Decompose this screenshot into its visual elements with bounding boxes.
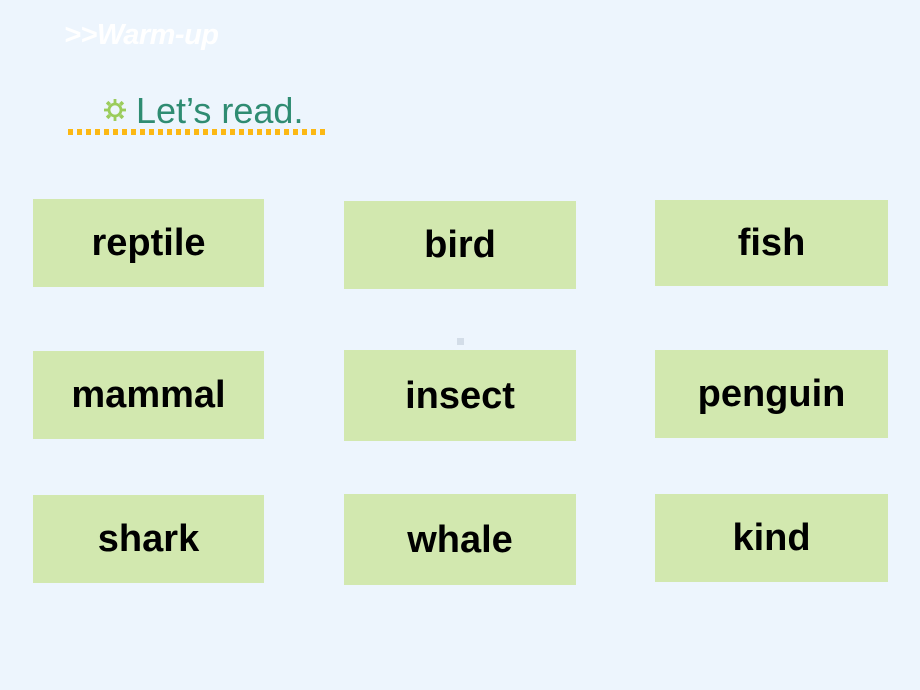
underline-dot [284, 129, 289, 135]
underline-dot [275, 129, 280, 135]
underline-dot [293, 129, 298, 135]
dotted-underline [68, 129, 328, 135]
slide-canvas: >>Warm-up Let’s read. reptile bird fish … [0, 0, 920, 690]
underline-dot [311, 129, 316, 135]
underline-dot [320, 129, 325, 135]
underline-dot [176, 129, 181, 135]
underline-dot [194, 129, 199, 135]
word-card-label: insect [405, 374, 515, 417]
underline-dot [221, 129, 226, 135]
underline-dot [203, 129, 208, 135]
word-card-label: penguin [697, 373, 846, 415]
page-title: >>Warm-up [64, 19, 219, 51]
underline-dot [302, 129, 307, 135]
word-card-reptile[interactable]: reptile [33, 199, 264, 287]
word-card-shark[interactable]: shark [33, 495, 264, 583]
stray-marker [457, 338, 464, 345]
word-card-whale[interactable]: whale [344, 494, 576, 585]
underline-dot [68, 129, 73, 135]
word-card-label: whale [407, 518, 513, 561]
underline-dot [185, 129, 190, 135]
word-card-kind[interactable]: kind [655, 494, 888, 582]
word-card-label: reptile [91, 222, 206, 264]
word-card-label: kind [732, 517, 811, 559]
word-card-label: shark [97, 518, 200, 560]
underline-dot [113, 129, 118, 135]
underline-dot [212, 129, 217, 135]
underline-dot [248, 129, 253, 135]
underline-dot [86, 129, 91, 135]
lets-read-heading: Let’s read. [136, 90, 304, 131]
word-card-mammal[interactable]: mammal [33, 351, 264, 439]
underline-dot [140, 129, 145, 135]
underline-dot [131, 129, 136, 135]
underline-dot [239, 129, 244, 135]
underline-dot [77, 129, 82, 135]
word-card-bird[interactable]: bird [344, 201, 576, 289]
underline-dot [167, 129, 172, 135]
underline-dot [158, 129, 163, 135]
word-card-label: fish [737, 222, 806, 264]
underline-dot [122, 129, 127, 135]
underline-dot [104, 129, 109, 135]
sun-icon [104, 99, 126, 121]
word-card-label: mammal [71, 374, 226, 416]
underline-dot [266, 129, 271, 135]
underline-dot [230, 129, 235, 135]
word-card-fish[interactable]: fish [655, 200, 888, 286]
word-card-penguin[interactable]: penguin [655, 350, 888, 438]
underline-dot [257, 129, 262, 135]
underline-dot [95, 129, 100, 135]
underline-dot [149, 129, 154, 135]
word-card-insect[interactable]: insect [344, 350, 576, 441]
word-card-label: bird [424, 224, 496, 266]
